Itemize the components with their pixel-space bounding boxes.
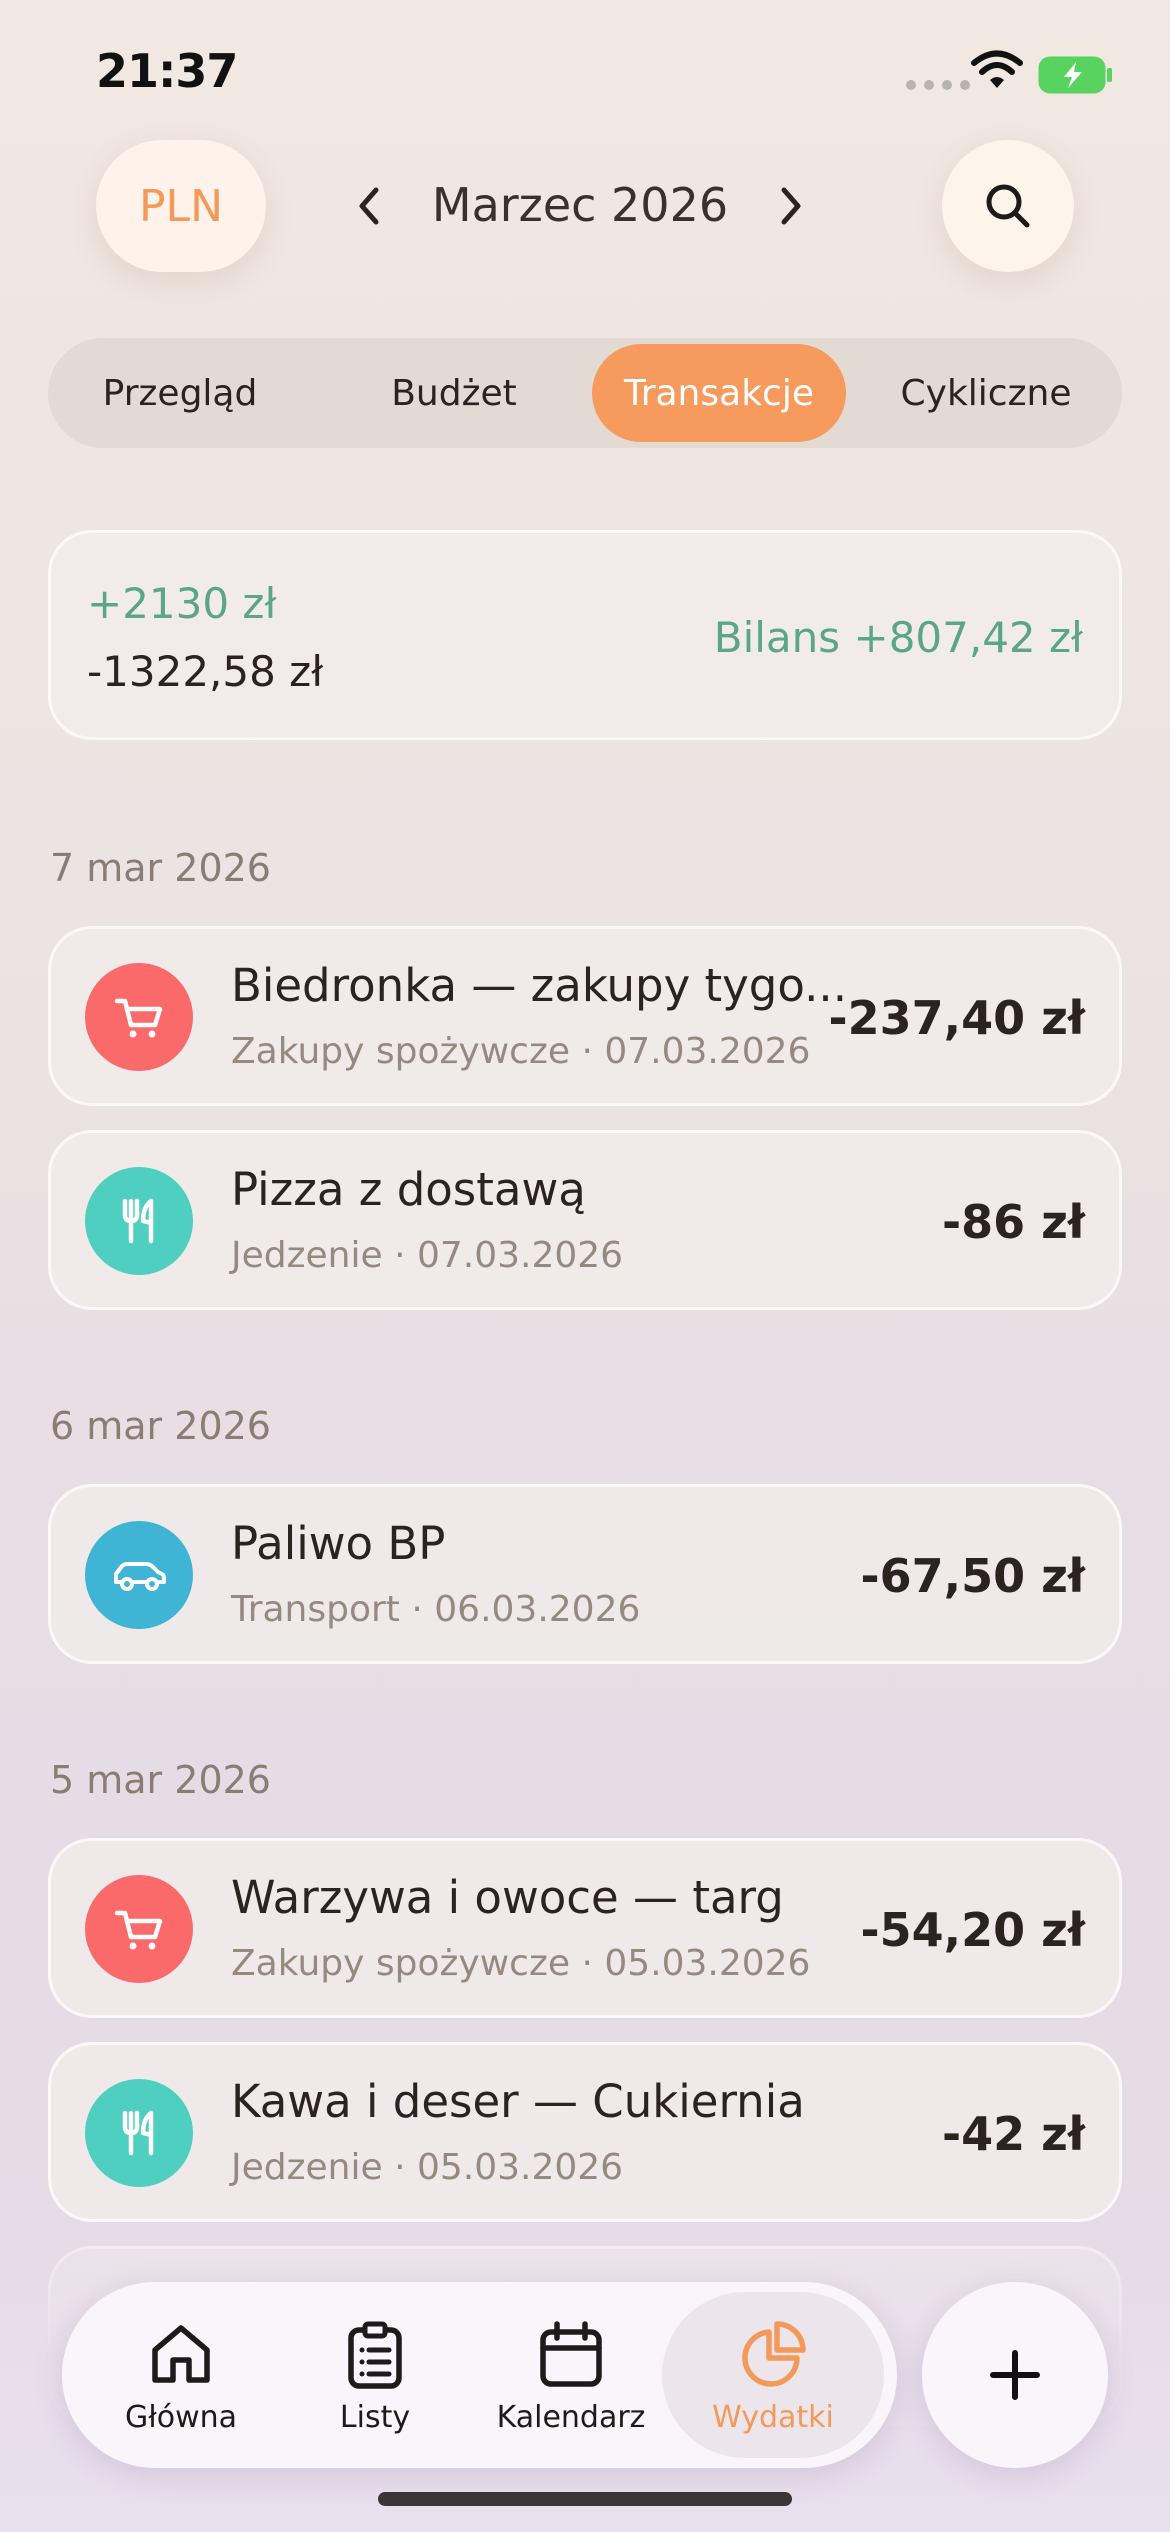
nav-label: Listy [339,2400,411,2435]
transaction-amount: -54,20 zł [860,1903,1085,1957]
bottom-nav: Główna Listy Kalendarz Wydatki [62,2282,897,2468]
nav-item-wydatki[interactable]: Wydatki [662,2292,884,2458]
fork-knife-icon [122,2110,154,2156]
transaction-row[interactable]: Pizza z dostawą Jedzenie · 07.03.2026 -8… [48,1130,1122,1310]
cellular-signal-icon [906,80,970,90]
transaction-subtitle: Zakupy spożywcze · 07.03.2026 [231,1031,811,1072]
nav-item-glowna[interactable]: Główna [86,2292,276,2458]
tab-transakcje[interactable]: Transakcje [592,344,846,442]
home-icon [152,2325,210,2383]
car-icon [114,1562,166,1591]
cart-icon [114,998,163,1038]
battery-icon [1038,56,1112,94]
currency-button[interactable]: PLN [96,140,266,272]
transaction-row[interactable]: Biedronka — zakupy tygo... Zakupy spożyw… [48,926,1122,1106]
summary-card: +2130 zł -1322,58 zł Bilans +807,42 zł [48,530,1122,740]
transaction-subtitle: Transport · 06.03.2026 [231,1589,641,1630]
category-icon [85,963,193,1071]
transaction-amount: -237,40 zł [828,991,1085,1045]
home-indicator [378,2492,792,2506]
transaction-title: Warzywa i owoce — targ [231,1871,784,1924]
balance-total: Bilans +807,42 zł [713,613,1083,662]
add-transaction-button[interactable] [922,2282,1108,2468]
transaction-title: Pizza z dostawą [231,1163,586,1216]
category-icon [85,1521,193,1629]
cart-icon [114,1910,163,1950]
clipboard-list-icon [348,2321,402,2389]
nav-item-listy[interactable]: Listy [280,2292,470,2458]
expense-total: -1322,58 zł [87,647,324,696]
nav-label: Główna [124,2400,238,2435]
search-icon [986,184,1030,228]
category-icon [85,1167,193,1275]
income-total: +2130 zł [87,579,277,628]
category-icon [85,1875,193,1983]
calendar-icon [540,2321,602,2387]
transaction-row[interactable]: Warzywa i owoce — targ Zakupy spożywcze … [48,1838,1122,2018]
transaction-amount: -67,50 zł [860,1549,1085,1603]
nav-item-kalendarz[interactable]: Kalendarz [476,2292,666,2458]
transaction-row[interactable]: Kawa i deser — Cukiernia Jedzenie · 05.0… [48,2042,1122,2222]
pie-chart-icon [742,2321,806,2387]
status-bar: 21:37 [0,0,1170,140]
transaction-subtitle: Jedzenie · 07.03.2026 [231,1235,624,1276]
fork-knife-icon [122,1198,154,1244]
wifi-icon [971,50,1023,88]
category-icon [85,2079,193,2187]
search-button[interactable] [942,140,1074,272]
day-header: 7 mar 2026 [50,846,271,890]
transaction-subtitle: Zakupy spożywcze · 05.03.2026 [231,1943,811,1984]
status-time: 21:37 [96,44,238,98]
transaction-amount: -86 zł [942,1195,1085,1249]
month-label: Marzec 2026 [431,178,729,232]
segmented-tabs: Przegląd Budżet Transakcje Cykliczne [48,338,1122,448]
transaction-title: Paliwo BP [231,1517,446,1570]
day-header: 5 mar 2026 [50,1758,271,1802]
transaction-title: Biedronka — zakupy tygo... [231,959,848,1012]
transaction-row[interactable]: Paliwo BP Transport · 06.03.2026 -67,50 … [48,1484,1122,1664]
transaction-subtitle: Jedzenie · 05.03.2026 [231,2147,624,2188]
transaction-title: Kawa i deser — Cukiernia [231,2075,805,2128]
tab-cykliczne[interactable]: Cykliczne [872,344,1100,442]
nav-label: Kalendarz [496,2400,646,2435]
nav-label: Wydatki [712,2400,834,2435]
tab-budzet[interactable]: Budżet [340,344,568,442]
plus-icon [990,2350,1040,2400]
tab-przeglad[interactable]: Przegląd [66,344,294,442]
month-navigator: Marzec 2026 [340,170,820,242]
day-header: 6 mar 2026 [50,1404,271,1448]
transaction-amount: -42 zł [942,2107,1085,2161]
chevron-right-icon[interactable] [760,176,820,236]
